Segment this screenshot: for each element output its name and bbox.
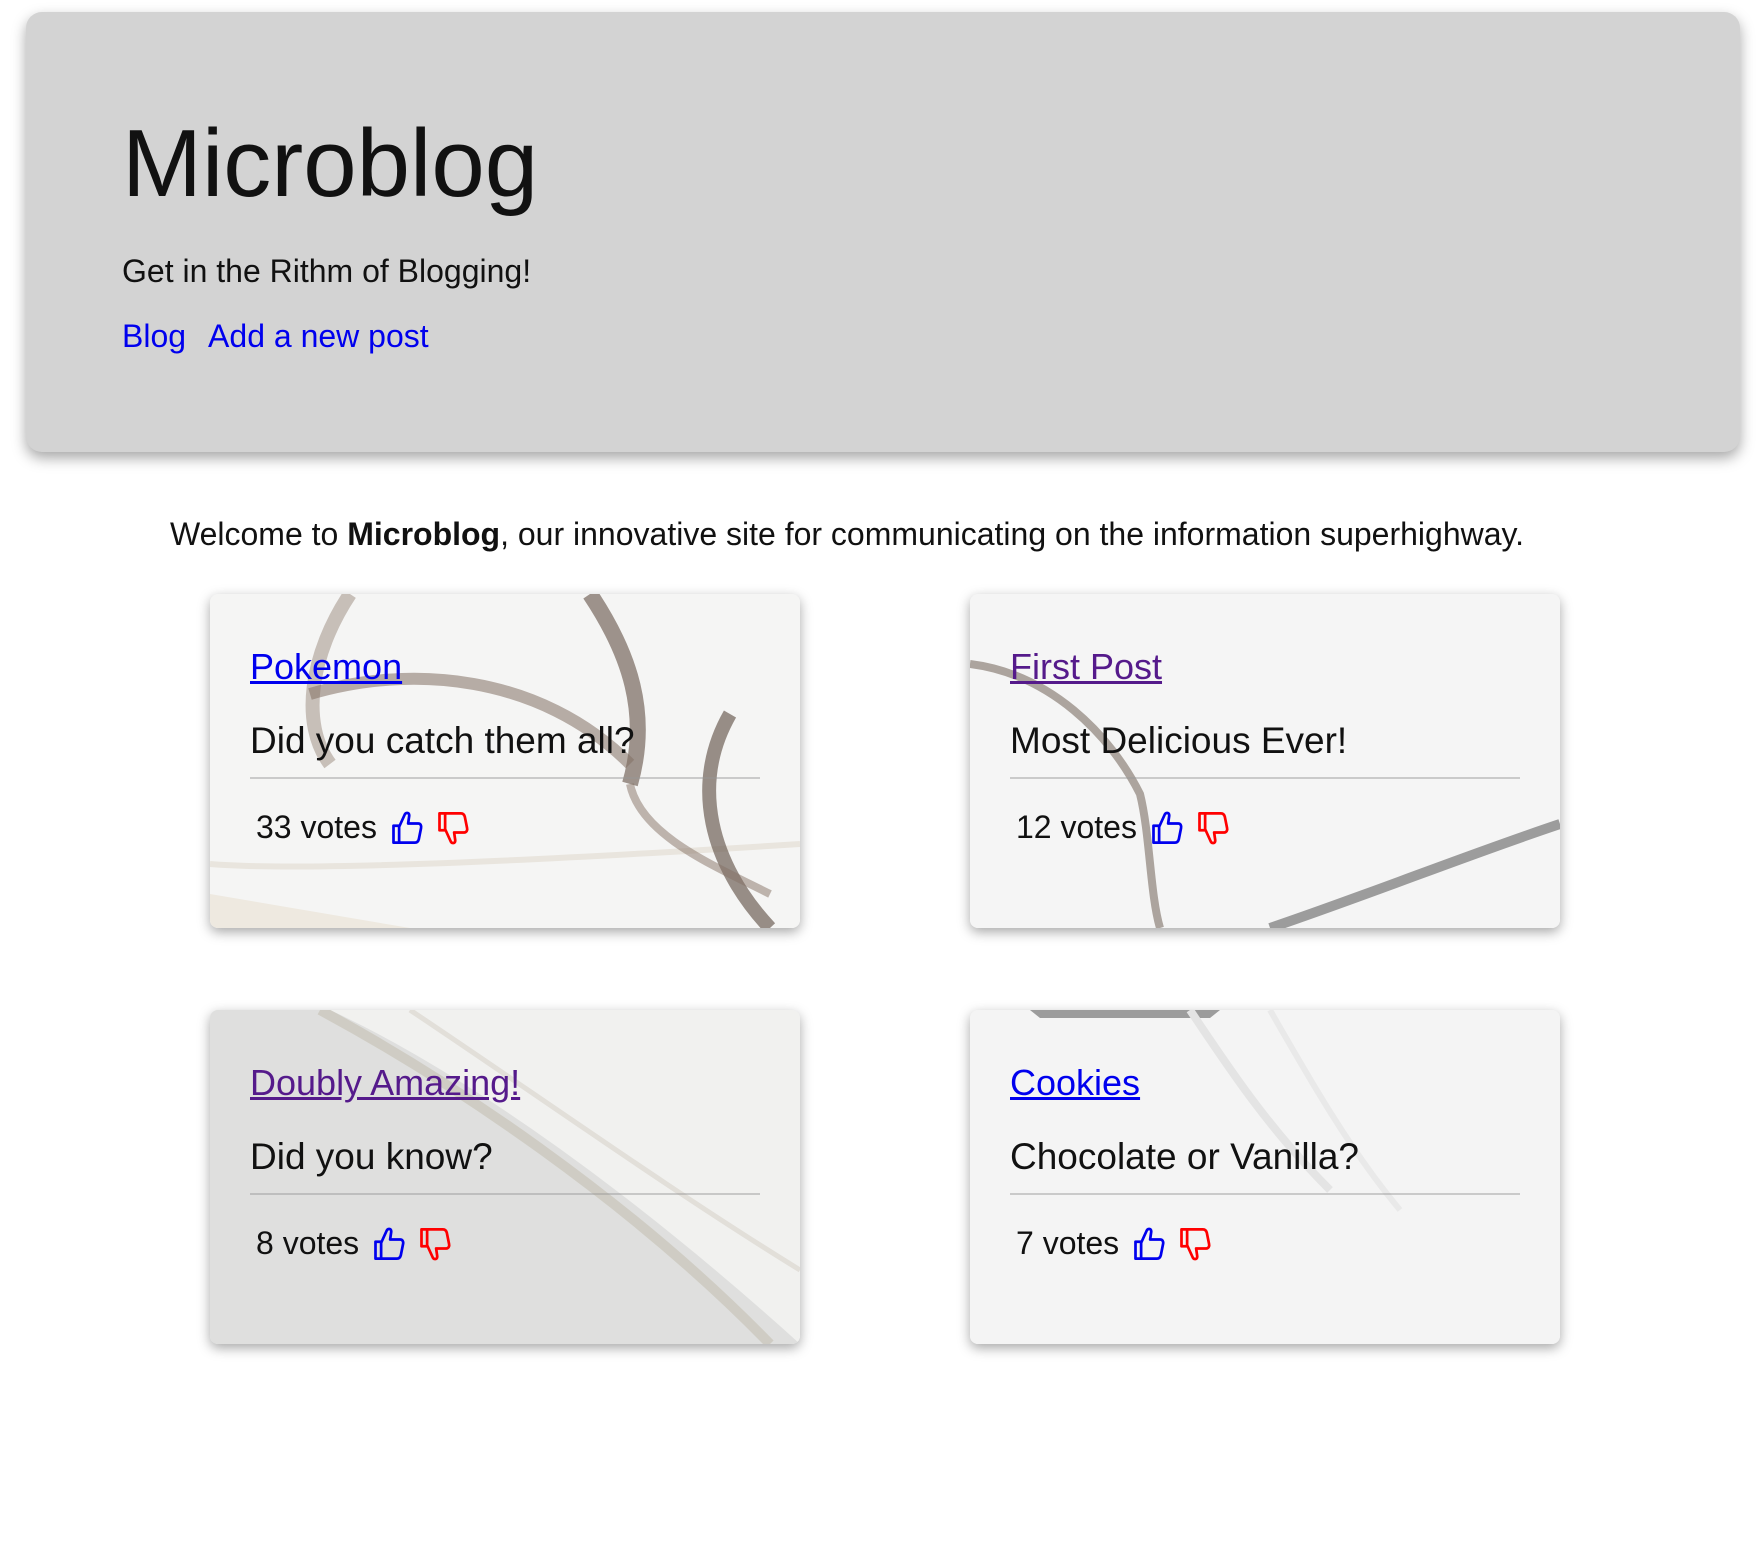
main-nav: Blog Add a new post	[122, 318, 429, 355]
card-divider	[1010, 777, 1520, 780]
post-card: Cookies Chocolate or Vanilla? 7 votes	[970, 1010, 1560, 1344]
site-tagline: Get in the Rithm of Blogging!	[122, 253, 532, 289]
post-card-body: Doubly Amazing! Did you know? 8 votes	[250, 1060, 760, 1262]
card-divider	[1010, 1193, 1520, 1196]
post-title-link[interactable]: Cookies	[1010, 1060, 1520, 1107]
welcome-prefix: Welcome to	[169, 516, 348, 552]
welcome-suffix: , our innovative site for communicating …	[500, 516, 1525, 552]
thumbs-down-icon[interactable]	[1177, 1226, 1213, 1262]
vote-count: 12 votes	[1016, 809, 1137, 846]
vote-count: 33 votes	[256, 809, 377, 846]
thumbs-down-icon[interactable]	[435, 810, 471, 846]
post-title-link[interactable]: Doubly Amazing!	[250, 1060, 760, 1107]
vote-count: 7 votes	[1016, 1225, 1120, 1262]
thumbs-down-icon[interactable]	[417, 1226, 453, 1262]
header-jumbotron: Microblog Get in the Rithm of Blogging! …	[26, 12, 1740, 452]
post-title-link[interactable]: Pokemon	[250, 644, 760, 691]
thumbs-up-icon[interactable]	[1131, 1226, 1167, 1262]
post-card: Pokemon Did you catch them all? 33 votes	[210, 594, 800, 928]
welcome-message: Welcome to Microblog, our innovative sit…	[0, 514, 1694, 556]
thumbs-down-icon[interactable]	[1195, 810, 1231, 846]
thumbs-up-icon[interactable]	[371, 1226, 407, 1262]
post-card: Doubly Amazing! Did you know? 8 votes	[210, 1010, 800, 1344]
card-divider	[250, 1193, 760, 1196]
thumbs-up-icon[interactable]	[1149, 810, 1185, 846]
site-title: Microblog	[122, 110, 539, 217]
post-title-link[interactable]: First Post	[1010, 644, 1520, 691]
post-card-body: First Post Most Delicious Ever! 12 votes	[1010, 644, 1520, 846]
card-divider	[250, 777, 760, 780]
vote-row: 12 votes	[1010, 809, 1520, 846]
post-description: Most Delicious Ever!	[1010, 719, 1348, 761]
nav-link-blog[interactable]: Blog	[122, 318, 186, 355]
welcome-brand: Microblog	[347, 516, 501, 552]
thumbs-up-icon[interactable]	[389, 810, 425, 846]
vote-row: 33 votes	[250, 809, 760, 846]
post-card-body: Pokemon Did you catch them all? 33 votes	[250, 644, 760, 846]
post-description: Chocolate or Vanilla?	[1010, 1135, 1359, 1177]
post-card: First Post Most Delicious Ever! 12 votes	[970, 594, 1560, 928]
vote-row: 7 votes	[1010, 1225, 1520, 1262]
post-card-body: Cookies Chocolate or Vanilla? 7 votes	[1010, 1060, 1520, 1262]
nav-link-add-post[interactable]: Add a new post	[208, 318, 429, 355]
vote-count: 8 votes	[256, 1225, 360, 1262]
post-description: Did you know?	[250, 1135, 493, 1177]
post-description: Did you catch them all?	[250, 719, 635, 761]
vote-row: 8 votes	[250, 1225, 760, 1262]
